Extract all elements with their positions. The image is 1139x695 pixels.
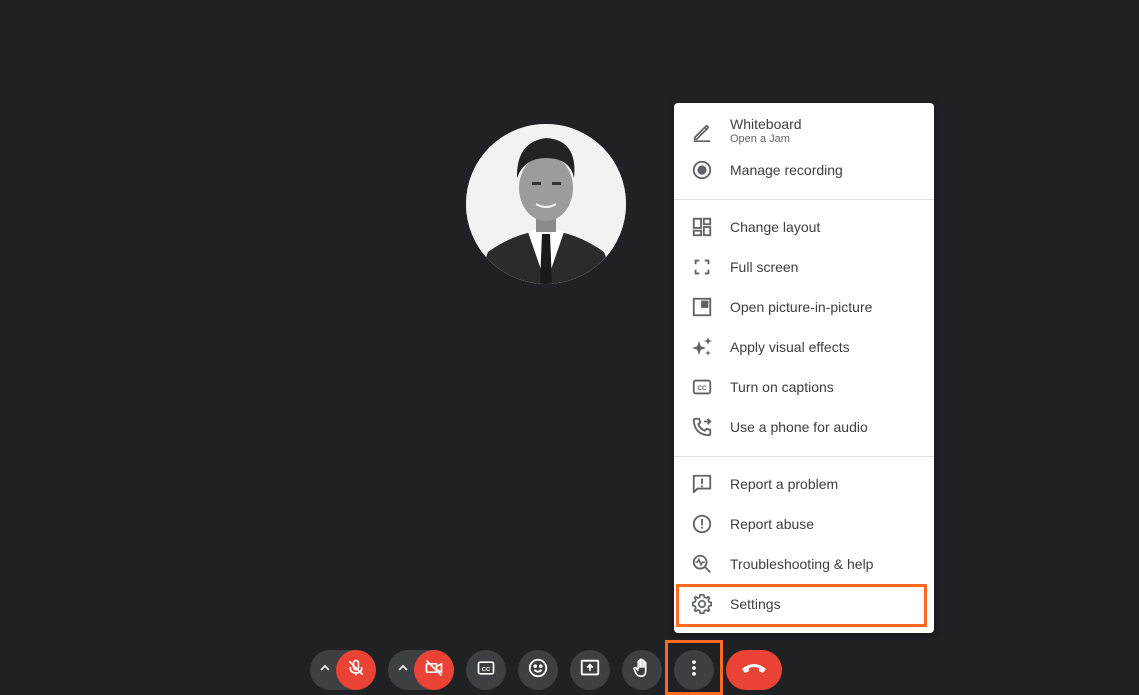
mic-off-icon [346, 658, 366, 683]
more-options-button[interactable] [674, 650, 714, 690]
microphone-toggle-button[interactable] [336, 650, 376, 690]
menu-item-sublabel: Open a Jam [730, 133, 790, 145]
report-icon [690, 512, 714, 536]
layout-icon [690, 215, 714, 239]
menu-item-label: Troubleshooting & help [730, 556, 874, 572]
menu-item-settings[interactable]: Settings [674, 584, 934, 624]
menu-item-label: Apply visual effects [730, 339, 850, 355]
menu-item-label: Whiteboard [730, 116, 802, 132]
menu-item-label: Report a problem [730, 476, 839, 492]
phone-forward-icon [690, 415, 714, 439]
mic-options-button[interactable] [312, 650, 338, 690]
present-icon [579, 657, 601, 684]
menu-divider [674, 456, 934, 457]
leave-call-button[interactable] [726, 650, 782, 690]
captions-button[interactable]: CC [466, 650, 506, 690]
menu-item-label: Use a phone for audio [730, 419, 868, 435]
menu-item-label: Turn on captions [730, 379, 834, 395]
camera-toggle-button[interactable] [414, 650, 454, 690]
reactions-button[interactable] [518, 650, 558, 690]
captions-icon: CC [476, 658, 496, 683]
svg-text:CC: CC [697, 385, 707, 392]
menu-item-label: Open picture-in-picture [730, 299, 873, 315]
camera-off-icon [424, 658, 444, 683]
menu-item-label: Full screen [730, 259, 799, 275]
sparkle-icon [690, 335, 714, 359]
menu-item-label: Settings [730, 596, 781, 612]
menu-item-report-problem[interactable]: Report a problem [674, 464, 934, 504]
more-options-menu: Whiteboard Open a Jam Manage recording C… [674, 103, 934, 633]
emoji-icon [527, 657, 549, 684]
menu-item-report-abuse[interactable]: Report abuse [674, 504, 934, 544]
present-button[interactable] [570, 650, 610, 690]
menu-item-picture-in-picture[interactable]: Open picture-in-picture [674, 287, 934, 327]
record-icon [690, 158, 714, 182]
menu-divider [674, 199, 934, 200]
menu-item-troubleshooting[interactable]: Troubleshooting & help [674, 544, 934, 584]
camera-options-button[interactable] [390, 650, 416, 690]
gear-icon [690, 592, 714, 616]
chevron-up-icon [397, 661, 409, 679]
menu-item-label: Manage recording [730, 162, 843, 178]
menu-item-change-layout[interactable]: Change layout [674, 207, 934, 247]
chevron-up-icon [319, 661, 331, 679]
feedback-icon [690, 472, 714, 496]
end-call-icon [741, 661, 767, 680]
menu-item-label: Change layout [730, 219, 821, 235]
pencil-icon [690, 120, 714, 144]
troubleshoot-icon [690, 552, 714, 576]
person-portrait-icon [466, 124, 626, 284]
hand-icon [631, 657, 653, 684]
menu-item-visual-effects[interactable]: Apply visual effects [674, 327, 934, 367]
menu-item-label: Report abuse [730, 516, 815, 532]
svg-text:CC: CC [482, 666, 491, 672]
captions-icon: CC [690, 375, 714, 399]
menu-item-manage-recording[interactable]: Manage recording [674, 150, 934, 190]
picture-in-picture-icon [690, 295, 714, 319]
menu-item-captions[interactable]: CC Turn on captions [674, 367, 934, 407]
menu-item-phone-audio[interactable]: Use a phone for audio [674, 407, 934, 447]
fullscreen-icon [690, 255, 714, 279]
menu-item-whiteboard[interactable]: Whiteboard Open a Jam [674, 109, 934, 155]
more-vert-icon [684, 658, 704, 683]
participant-avatar [466, 124, 626, 284]
menu-item-full-screen[interactable]: Full screen [674, 247, 934, 287]
raise-hand-button[interactable] [622, 650, 662, 690]
